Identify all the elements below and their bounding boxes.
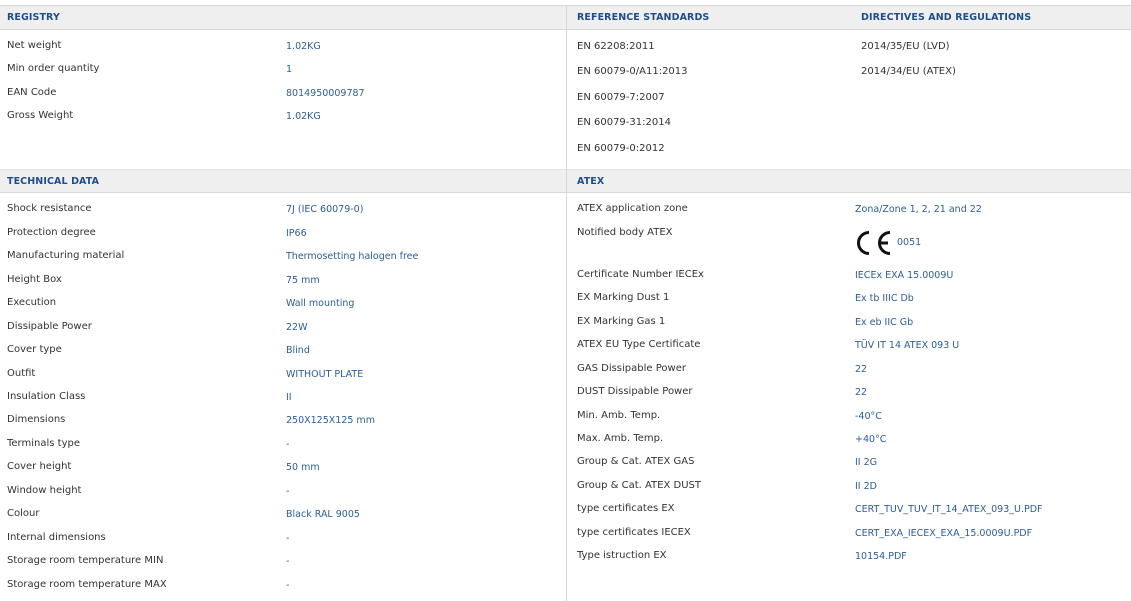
tech-label: Terminals type	[7, 438, 80, 449]
tech-label: Manufacturing material	[7, 250, 125, 261]
tech-value: Wall mounting	[286, 298, 355, 309]
registry-value: 1.02KG	[286, 111, 321, 122]
tech-value: Thermosetting halogen free	[286, 251, 419, 262]
tech-value: 250X125X125 mm	[286, 415, 375, 426]
standard-item: EN 60079-0/A11:2013	[577, 66, 688, 77]
technical-data-header: TECHNICAL DATA	[0, 169, 566, 193]
atex-value: Ex eb IIC Gb	[855, 317, 914, 328]
registry-label: Net weight	[7, 40, 62, 51]
registry-label: Gross Weight	[7, 110, 74, 121]
tech-label: Dimensions	[7, 414, 66, 425]
tech-label: Colour	[7, 508, 40, 519]
directive-item: 2014/35/EU (LVD)	[861, 41, 950, 52]
atex-label: ATEX application zone	[577, 203, 688, 214]
atex-label: EX Marking Gas 1	[577, 316, 666, 327]
atex-title: ATEX	[577, 176, 605, 187]
tech-value: -	[286, 486, 290, 497]
technical-data-title: TECHNICAL DATA	[7, 176, 100, 187]
atex-value: 22	[855, 364, 868, 375]
atex-value: -40°C	[855, 411, 882, 422]
tech-label: Window height	[7, 485, 82, 496]
tech-label: Cover type	[7, 344, 62, 355]
tech-label: Storage room temperature MIN	[7, 555, 164, 566]
tech-value: -	[286, 580, 290, 591]
tech-label: Cover height	[7, 461, 72, 472]
atex-label: type certificates IECEX	[577, 527, 691, 538]
registry-value: 1	[286, 64, 293, 75]
tech-value: 50 mm	[286, 462, 320, 473]
atex-label: DUST Dissipable Power	[577, 386, 693, 397]
tech-label: Internal dimensions	[7, 532, 106, 543]
tech-value: 22W	[286, 322, 308, 333]
tech-value: WITHOUT PLATE	[286, 369, 364, 380]
tech-label: Height Box	[7, 274, 62, 285]
standard-item: EN 60079-0:2012	[577, 143, 665, 154]
tech-label: Protection degree	[7, 227, 96, 238]
atex-value: IECEx EXA 15.0009U	[855, 270, 954, 281]
atex-label: type certificates EX	[577, 503, 675, 514]
column-divider	[566, 5, 567, 601]
tech-value: Blind	[286, 345, 310, 356]
registry-title: REGISTRY	[7, 12, 60, 23]
registry-label: EAN Code	[7, 87, 57, 98]
atex-label: Min. Amb. Temp.	[577, 410, 661, 421]
registry-header: REGISTRY	[0, 6, 566, 30]
tech-label: Insulation Class	[7, 391, 86, 402]
ce-mark-logo: 0051	[854, 229, 921, 257]
atex-label: Max. Amb. Temp.	[577, 433, 664, 444]
instruction-ex-link[interactable]: 10154.PDF	[855, 551, 907, 562]
standard-item: EN 60079-7:2007	[577, 92, 665, 103]
atex-label: Notified body ATEX	[577, 227, 673, 238]
atex-label: ATEX EU Type Certificate	[577, 339, 701, 350]
atex-label: Type istruction EX	[577, 550, 667, 561]
registry-label: Min order quantity	[7, 63, 100, 74]
directive-item: 2014/34/EU (ATEX)	[861, 66, 956, 77]
tech-value: II	[286, 392, 292, 403]
tech-value: Black RAL 9005	[286, 509, 360, 520]
atex-label: Certificate Number IECEx	[577, 269, 704, 280]
atex-value: Zona/Zone 1, 2, 21 and 22	[855, 204, 982, 215]
certificate-iecex-link[interactable]: CERT_EXA_IECEX_EXA_15.0009U.PDF	[855, 528, 1032, 539]
atex-label: EX Marking Dust 1	[577, 292, 670, 303]
atex-value: TÜV IT 14 ATEX 093 U	[855, 340, 960, 351]
tech-value: 7J (IEC 60079-0)	[286, 204, 364, 215]
atex-label: GAS Dissipable Power	[577, 363, 686, 374]
atex-value: Ex tb IIIC Db	[855, 293, 914, 304]
tech-label: Outfit	[7, 368, 36, 379]
atex-value: II 2D	[855, 481, 877, 492]
standard-item: EN 60079-31:2014	[577, 117, 671, 128]
tech-label: Storage room temperature MAX	[7, 579, 167, 590]
atex-label: Group & Cat. ATEX DUST	[577, 480, 701, 491]
tech-label: Shock resistance	[7, 203, 92, 214]
certificate-ex-link[interactable]: CERT_TUV_TUV_IT_14_ATEX_093_U.PDF	[855, 504, 1043, 515]
atex-header: ATEX	[567, 169, 1131, 193]
notified-body-code: 0051	[897, 237, 922, 248]
tech-value: -	[286, 533, 290, 544]
tech-label: Dissipable Power	[7, 321, 92, 332]
standards-header: REFERENCE STANDARDS DIRECTIVES AND REGUL…	[567, 6, 1131, 30]
tech-value: -	[286, 439, 290, 450]
standard-item: EN 62208:2011	[577, 41, 655, 52]
registry-value: 8014950009787	[286, 88, 365, 99]
atex-value: +40°C	[855, 434, 887, 445]
atex-value: 22	[855, 387, 868, 398]
registry-value: 1.02KG	[286, 41, 321, 52]
tech-value: IP66	[286, 228, 307, 239]
directives-title: DIRECTIVES AND REGULATIONS	[861, 12, 1032, 23]
tech-value: 75 mm	[286, 275, 320, 286]
tech-label: Execution	[7, 297, 57, 308]
tech-value: -	[286, 556, 290, 567]
atex-label: Group & Cat. ATEX GAS	[577, 456, 695, 467]
ce-logo-icon	[857, 231, 891, 255]
atex-value: II 2G	[855, 457, 878, 468]
reference-standards-title: REFERENCE STANDARDS	[577, 12, 710, 23]
